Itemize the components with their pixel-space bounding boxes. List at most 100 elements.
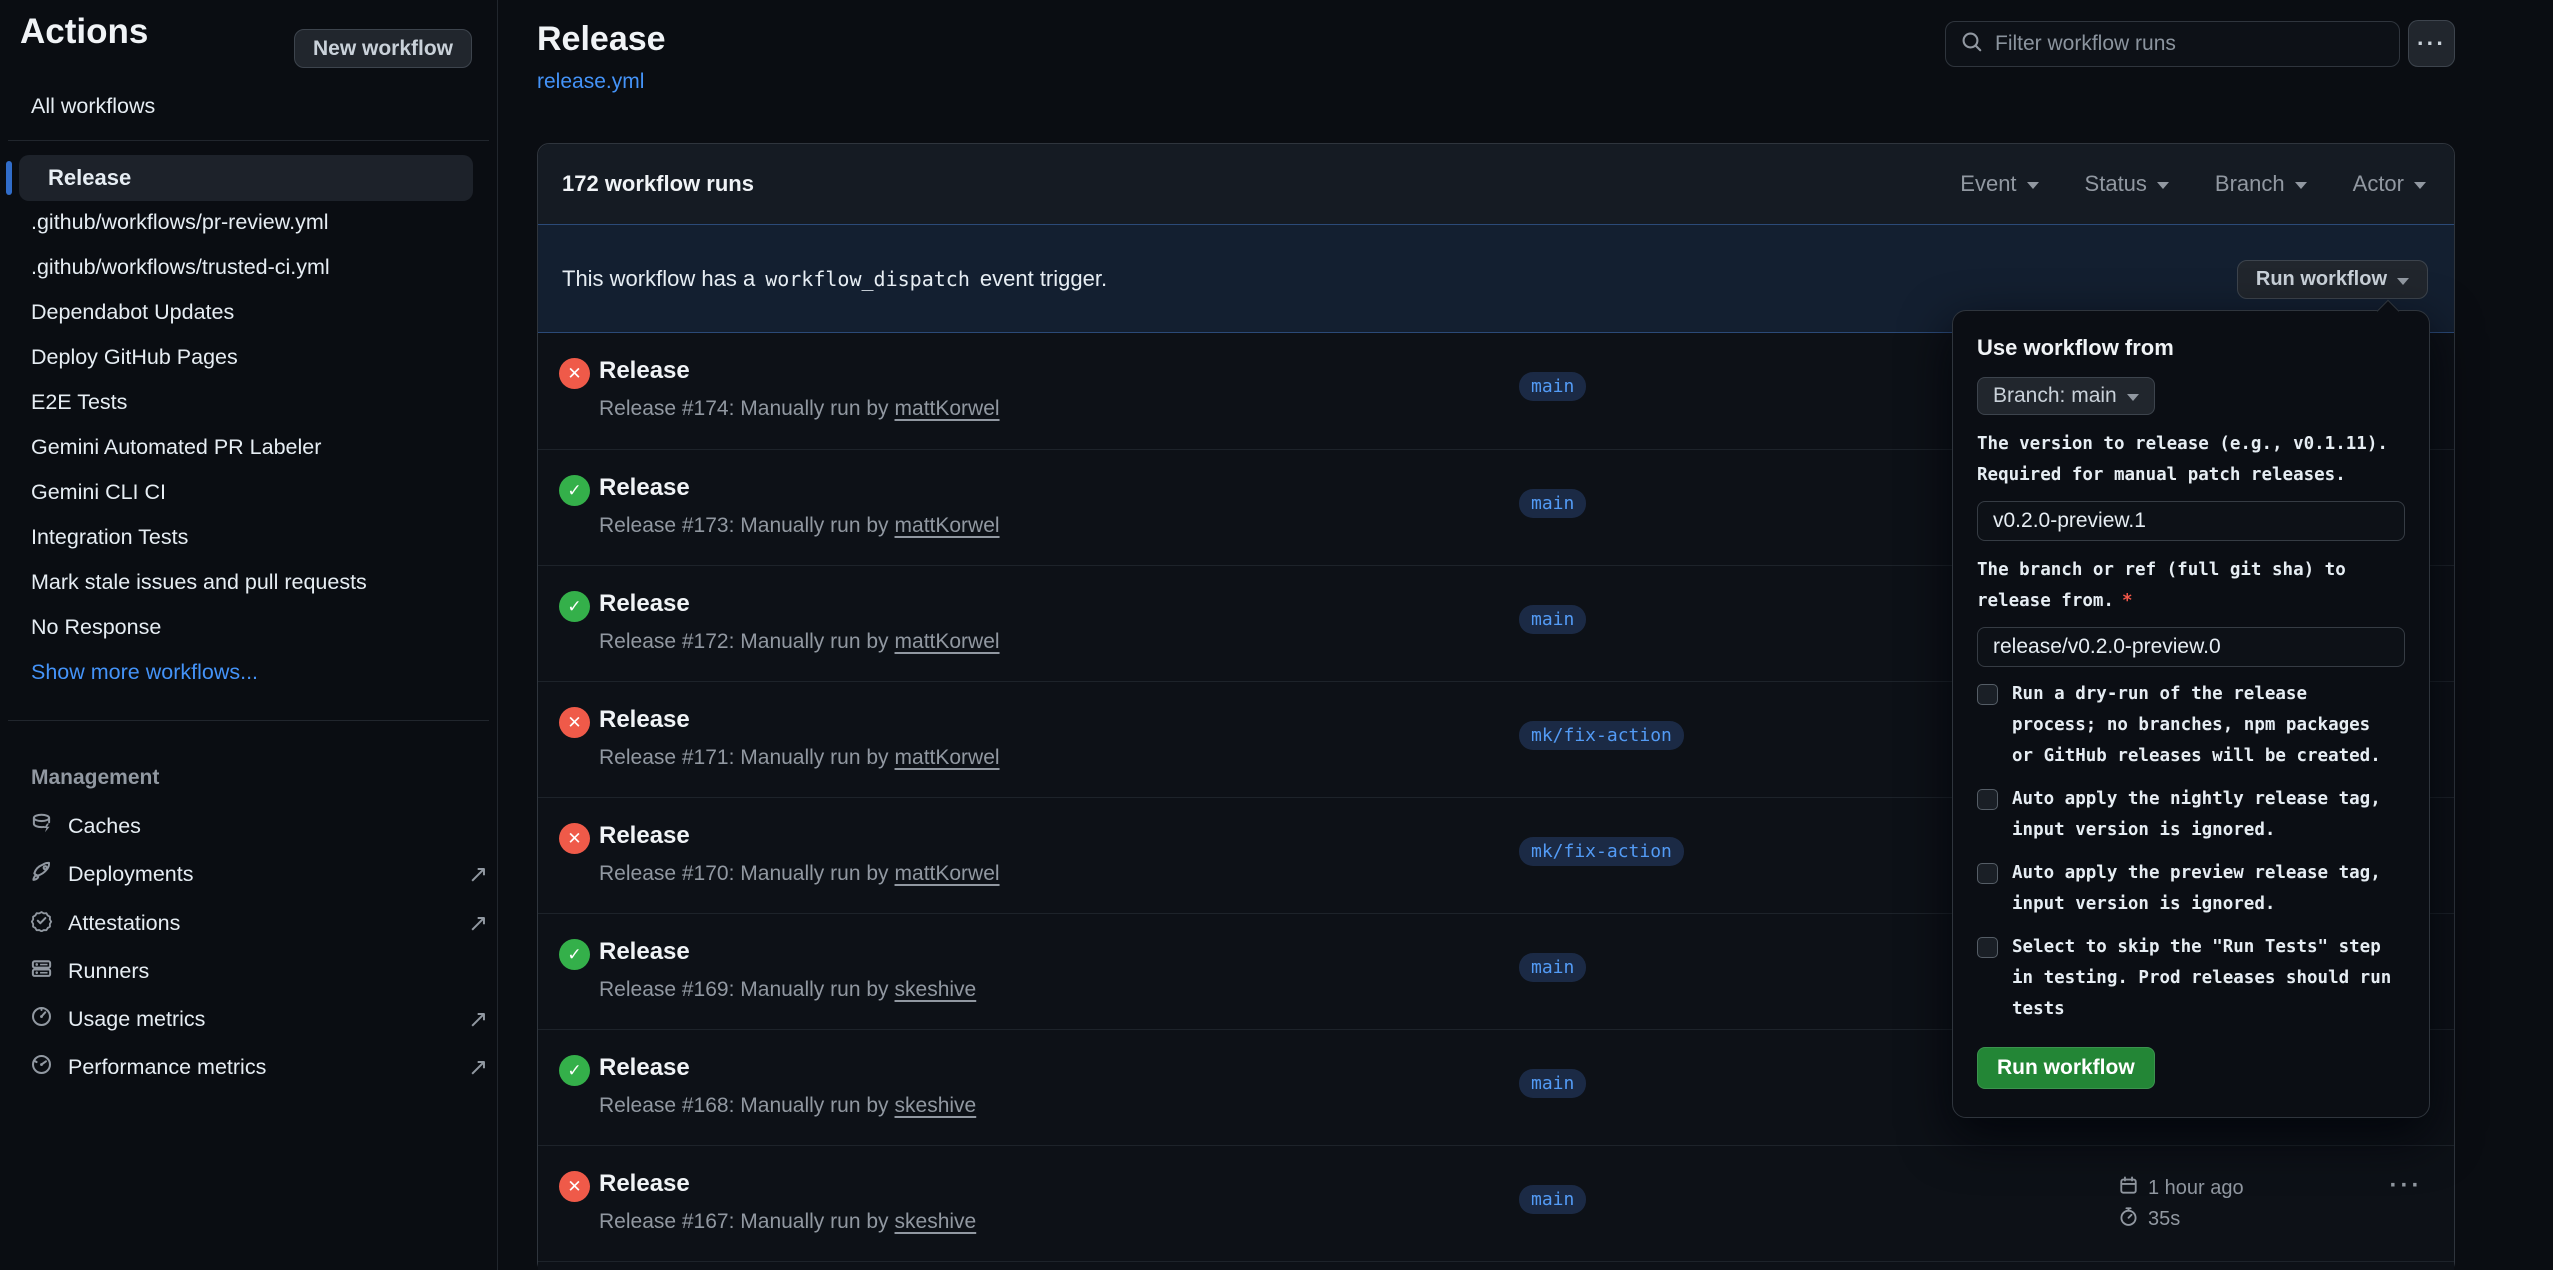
run-title-link[interactable]: Release [599,357,690,385]
sidebar-divider [8,140,489,141]
sidebar-item-label: Runners [68,959,149,984]
selected-accent-bar [6,161,12,195]
sidebar-item-workflow[interactable]: .github/workflows/trusted-ci.yml [31,245,330,290]
branch-badge[interactable]: mk/fix-action [1519,837,1684,866]
run-description: Release #169: Manually run byskeshive [599,978,976,1002]
run-title-link[interactable]: Release [599,822,690,850]
dry-run-checkbox[interactable] [1977,684,1998,705]
run-meta: 1 hour ago 35s [2118,1173,2244,1235]
workflow-file-link[interactable]: release.yml [537,70,644,94]
run-failed-icon: ✕ [559,823,590,854]
runs-filters: Event Status Branch Actor [1960,171,2426,197]
branch-badge[interactable]: main [1519,953,1586,982]
run-title-link[interactable]: Release [599,706,690,734]
banner-code: workflow_dispatch [765,267,970,291]
run-time: 1 hour ago [2148,1177,2244,1200]
run-workflow-dropdown-button[interactable]: Run workflow [2237,260,2428,299]
run-failed-icon: ✕ [559,1171,590,1202]
sidebar-item-usage-metrics[interactable]: Usage metrics ↗ [30,995,477,1043]
branch-badge[interactable]: main [1519,1069,1586,1098]
actor-link[interactable]: mattKorwel [895,746,1000,769]
main-content: Release release.yml ··· 172 workflow run… [537,0,2455,1270]
actor-link[interactable]: mattKorwel [895,630,1000,653]
external-link-icon: ↗ [468,1005,488,1034]
run-title-link[interactable]: Release [599,1170,690,1198]
sidebar-item-all-workflows[interactable]: All workflows [31,84,155,129]
run-title-link[interactable]: Release [599,1054,690,1082]
actor-link[interactable]: skeshive [895,978,977,1001]
sidebar-title: Actions [20,12,148,52]
nightly-tag-checkbox[interactable] [1977,789,1998,810]
cache-icon [30,812,53,841]
run-description: Release #173: Manually run bymattKorwel [599,514,1000,538]
run-title-link[interactable]: Release [599,590,690,618]
sidebar-item-workflow[interactable]: Dependabot Updates [31,290,234,335]
actor-link[interactable]: skeshive [895,1210,977,1233]
runs-list-header: 172 workflow runs Event Status Branch Ac… [538,144,2454,224]
skip-tests-checkbox[interactable] [1977,937,1998,958]
sidebar-item-performance-metrics[interactable]: Performance metrics ↗ [30,1043,477,1091]
sidebar-item-label: Usage metrics [68,1007,205,1032]
checkbox-label: Auto apply the nightly release tag, inpu… [2012,784,2381,846]
sidebar-item-attestations[interactable]: Attestations ↗ [30,899,477,947]
ref-input[interactable] [1977,627,2405,667]
sidebar-item-workflow[interactable]: E2E Tests [31,380,127,425]
preview-tag-checkbox-row: Auto apply the preview release tag, inpu… [1977,858,2405,920]
workflow-options-kebab-button[interactable]: ··· [2408,20,2455,67]
run-options-kebab-button[interactable]: ··· [2378,1172,2434,1200]
meter-icon [30,1005,53,1034]
banner-text: event trigger. [980,266,1107,292]
filter-event-dropdown[interactable]: Event [1960,171,2038,197]
chevron-down-icon [2295,182,2307,189]
sidebar-item-workflow[interactable]: Mark stale issues and pull requests [31,560,367,605]
run-description: Release #174: Manually run bymattKorwel [599,397,1000,421]
filter-status-dropdown[interactable]: Status [2085,171,2169,197]
sidebar-item-workflow[interactable]: .github/workflows/pr-review.yml [31,200,329,245]
run-title-link[interactable]: Release [599,938,690,966]
run-success-icon: ✓ [559,475,590,506]
run-duration: 35s [2148,1208,2180,1231]
run-title-link[interactable]: Release [599,474,690,502]
sidebar-item-workflow[interactable]: Integration Tests [31,515,188,560]
filter-actor-dropdown[interactable]: Actor [2353,171,2426,197]
external-link-icon: ↗ [468,860,488,889]
filter-workflow-runs-input[interactable] [1995,32,2385,56]
run-workflow-submit-button[interactable]: Run workflow [1977,1047,2155,1089]
run-description: Release #167: Manually run byskeshive [599,1210,976,1234]
new-workflow-button[interactable]: New workflow [294,29,472,68]
branch-badge[interactable]: main [1519,489,1586,518]
run-success-icon: ✓ [559,591,590,622]
branch-badge[interactable]: main [1519,605,1586,634]
checkbox-label: Select to skip the "Run Tests" step in t… [2012,932,2391,1025]
actor-link[interactable]: mattKorwel [895,862,1000,885]
sidebar-item-workflow[interactable]: Gemini Automated PR Labeler [31,425,321,470]
skip-tests-checkbox-row: Select to skip the "Run Tests" step in t… [1977,932,2405,1025]
branch-badge[interactable]: mk/fix-action [1519,721,1684,750]
actor-link[interactable]: skeshive [895,1094,977,1117]
sidebar-item-deployments[interactable]: Deployments ↗ [30,850,477,898]
filter-branch-dropdown[interactable]: Branch [2215,171,2307,197]
sidebar-item-release-selected[interactable]: Release [19,155,473,201]
branch-selector-button[interactable]: Branch: main [1977,377,2155,415]
sidebar-item-caches[interactable]: Caches [30,802,477,850]
actor-link[interactable]: mattKorwel [895,514,1000,537]
ref-input-label: The branch or ref (full git sha) to rele… [1977,555,2405,617]
sidebar-divider [8,720,489,721]
calendar-icon [2118,1175,2139,1202]
sidebar-item-runners[interactable]: Runners [30,947,477,995]
next-row-partial [538,1261,2454,1270]
chevron-down-icon [2127,394,2139,401]
version-input[interactable] [1977,501,2405,541]
run-description: Release #171: Manually run bymattKorwel [599,746,1000,770]
sidebar-item-workflow[interactable]: Deploy GitHub Pages [31,335,238,380]
sidebar-item-workflow[interactable]: No Response [31,605,161,650]
branch-badge[interactable]: main [1519,372,1586,401]
branch-badge[interactable]: main [1519,1185,1586,1214]
sidebar-item-workflow[interactable]: Gemini CLI CI [31,470,166,515]
show-more-workflows-link[interactable]: Show more workflows... [31,650,258,695]
actor-link[interactable]: mattKorwel [895,397,1000,420]
preview-tag-checkbox[interactable] [1977,863,1998,884]
sidebar-item-label: Deployments [68,862,193,887]
dry-run-checkbox-row: Run a dry-run of the release process; no… [1977,679,2405,772]
required-asterisk: * [2122,591,2133,611]
